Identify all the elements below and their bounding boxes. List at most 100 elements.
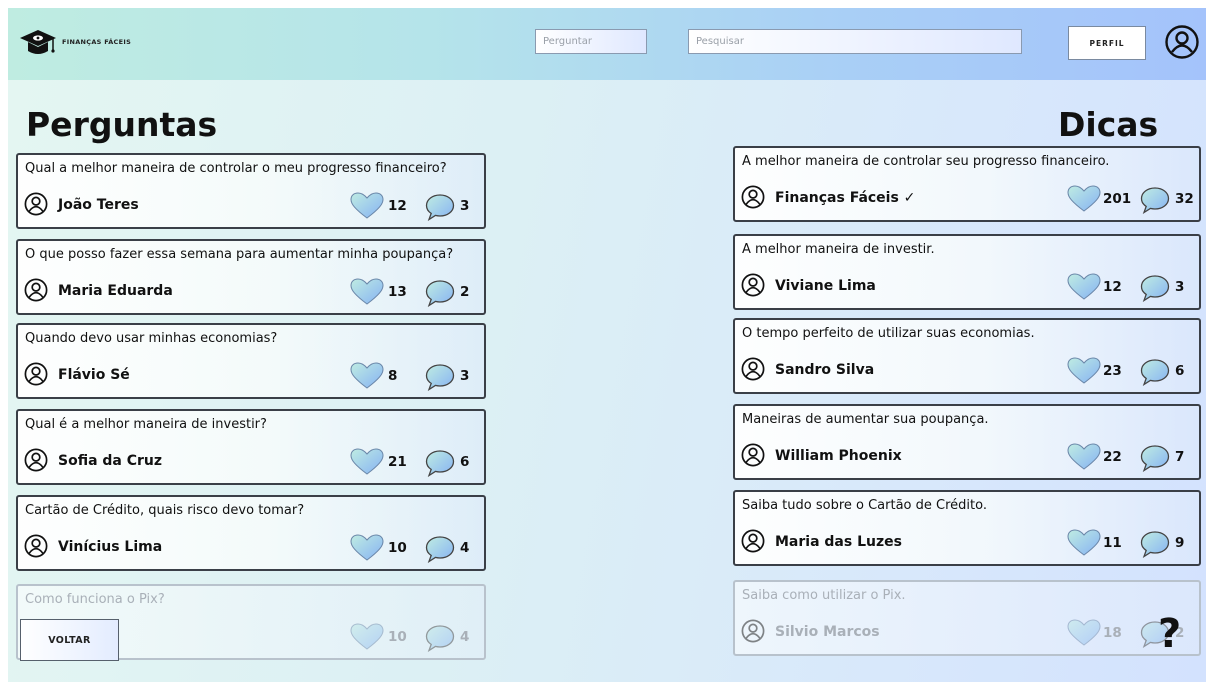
user-avatar-icon[interactable] bbox=[24, 278, 48, 302]
help-icon[interactable]: ? bbox=[1158, 614, 1181, 654]
likes-count: 201 bbox=[1103, 191, 1132, 207]
comment-icon[interactable] bbox=[1140, 274, 1170, 303]
card-title[interactable]: Saiba como utilizar o Pix. bbox=[742, 588, 906, 603]
heart-icon[interactable] bbox=[1067, 619, 1101, 647]
comments-count: 9 bbox=[1175, 535, 1185, 551]
author-name[interactable]: Silvio Marcos bbox=[775, 624, 880, 640]
comments-count: 3 bbox=[460, 198, 470, 214]
likes-count: 10 bbox=[388, 540, 407, 556]
tips-title: Dicas bbox=[1058, 105, 1159, 144]
author-name[interactable]: Maria Eduarda bbox=[58, 283, 173, 299]
comment-icon[interactable] bbox=[1140, 186, 1170, 215]
user-avatar-icon[interactable] bbox=[741, 619, 765, 643]
card-title[interactable]: Como funciona o Pix? bbox=[25, 592, 165, 607]
heart-icon[interactable] bbox=[350, 362, 384, 390]
card-title[interactable]: Qual a melhor maneira de controlar o meu… bbox=[25, 161, 447, 176]
question-card[interactable]: Qual a melhor maneira de controlar o meu… bbox=[16, 153, 486, 229]
heart-icon[interactable] bbox=[1067, 357, 1101, 385]
graduation-cap-icon[interactable] bbox=[18, 26, 58, 62]
question-card[interactable]: Cartão de Crédito, quais risco devo toma… bbox=[16, 495, 486, 571]
card-title[interactable]: A melhor maneira de investir. bbox=[742, 242, 935, 257]
card-title[interactable]: Maneiras de aumentar sua poupança. bbox=[742, 412, 989, 427]
card-title[interactable]: O que posso fazer essa semana para aumen… bbox=[25, 247, 453, 262]
comments-count: 3 bbox=[1175, 279, 1185, 295]
comment-icon[interactable] bbox=[425, 449, 455, 478]
author-name[interactable]: Vinícius Lima bbox=[58, 539, 162, 555]
heart-icon[interactable] bbox=[1067, 185, 1101, 213]
card-title[interactable]: Cartão de Crédito, quais risco devo toma… bbox=[25, 503, 304, 518]
brand-name: FINANÇAS FÁCEIS bbox=[62, 38, 132, 46]
tip-card[interactable]: Maneiras de aumentar sua poupança. Willia… bbox=[733, 404, 1201, 480]
comments-count: 3 bbox=[460, 368, 470, 384]
comment-icon[interactable] bbox=[425, 535, 455, 564]
author-name[interactable]: Sandro Silva bbox=[775, 362, 874, 378]
question-card[interactable]: O que posso fazer essa semana para aumen… bbox=[16, 239, 486, 315]
heart-icon[interactable] bbox=[1067, 273, 1101, 301]
user-avatar-icon[interactable] bbox=[741, 443, 765, 467]
user-avatar-icon[interactable] bbox=[24, 362, 48, 386]
comments-count: 7 bbox=[1175, 449, 1185, 465]
questions-title: Perguntas bbox=[26, 105, 218, 144]
question-card[interactable]: Quando devo usar minhas economias? Flávio… bbox=[16, 323, 486, 399]
ask-question-input[interactable] bbox=[535, 29, 647, 54]
author-name[interactable]: João Teres bbox=[58, 197, 139, 213]
card-title[interactable]: O tempo perfeito de utilizar suas econom… bbox=[742, 326, 1035, 341]
tip-card[interactable]: O tempo perfeito de utilizar suas econom… bbox=[733, 318, 1201, 394]
comments-count: 6 bbox=[1175, 363, 1185, 379]
comments-count: 4 bbox=[460, 629, 470, 645]
likes-count: 12 bbox=[388, 198, 407, 214]
heart-icon[interactable] bbox=[350, 278, 384, 306]
back-button[interactable]: VOLTAR bbox=[20, 619, 119, 661]
author-name[interactable]: Flávio Sé bbox=[58, 367, 130, 383]
card-title[interactable]: Qual é a melhor maneira de investir? bbox=[25, 417, 267, 432]
card-title[interactable]: Quando devo usar minhas economias? bbox=[25, 331, 277, 346]
top-bar: FINANÇAS FÁCEIS PERFIL bbox=[8, 8, 1206, 80]
author-name[interactable]: Finanças Fáceis ✓ bbox=[775, 190, 915, 206]
author-name[interactable]: Maria das Luzes bbox=[775, 534, 902, 550]
likes-count: 10 bbox=[388, 629, 407, 645]
likes-count: 21 bbox=[388, 454, 407, 470]
profile-button[interactable]: PERFIL bbox=[1068, 26, 1146, 60]
heart-icon[interactable] bbox=[350, 623, 384, 651]
tip-card[interactable]: Saiba como utilizar o Pix. Silvio Marcos 1… bbox=[733, 580, 1201, 656]
user-circle-icon[interactable] bbox=[1164, 24, 1200, 60]
question-card[interactable]: Qual é a melhor maneira de investir? Sofi… bbox=[16, 409, 486, 485]
heart-icon[interactable] bbox=[350, 534, 384, 562]
heart-icon[interactable] bbox=[350, 192, 384, 220]
comment-icon[interactable] bbox=[1140, 358, 1170, 387]
tip-card[interactable]: Saiba tudo sobre o Cartão de Crédito. Mar… bbox=[733, 490, 1201, 566]
search-input[interactable] bbox=[688, 29, 1022, 54]
heart-icon[interactable] bbox=[1067, 443, 1101, 471]
likes-count: 18 bbox=[1103, 625, 1122, 641]
card-title[interactable]: Saiba tudo sobre o Cartão de Crédito. bbox=[742, 498, 987, 513]
comment-icon[interactable] bbox=[1140, 530, 1170, 559]
user-avatar-icon[interactable] bbox=[741, 185, 765, 209]
app-frame: FINANÇAS FÁCEIS PERFIL Perguntas Dicas Q… bbox=[8, 8, 1206, 682]
comments-count: 2 bbox=[460, 284, 470, 300]
heart-icon[interactable] bbox=[1067, 529, 1101, 557]
comments-count: 4 bbox=[460, 540, 470, 556]
comment-icon[interactable] bbox=[425, 193, 455, 222]
user-avatar-icon[interactable] bbox=[741, 357, 765, 381]
heart-icon[interactable] bbox=[350, 448, 384, 476]
author-name[interactable]: William Phoenix bbox=[775, 448, 902, 464]
author-name[interactable]: Sofia da Cruz bbox=[58, 453, 162, 469]
likes-count: 13 bbox=[388, 284, 407, 300]
user-avatar-icon[interactable] bbox=[741, 273, 765, 297]
user-avatar-icon[interactable] bbox=[24, 534, 48, 558]
likes-count: 22 bbox=[1103, 449, 1122, 465]
comment-icon[interactable] bbox=[425, 624, 455, 653]
comment-icon[interactable] bbox=[1140, 444, 1170, 473]
tip-card[interactable]: A melhor maneira de investir. Viviane Lim… bbox=[733, 234, 1201, 310]
author-name[interactable]: Viviane Lima bbox=[775, 278, 876, 294]
user-avatar-icon[interactable] bbox=[741, 529, 765, 553]
user-avatar-icon[interactable] bbox=[24, 448, 48, 472]
comment-icon[interactable] bbox=[425, 279, 455, 308]
likes-count: 23 bbox=[1103, 363, 1122, 379]
tip-card[interactable]: A melhor maneira de controlar seu progre… bbox=[733, 146, 1201, 222]
likes-count: 8 bbox=[388, 368, 398, 384]
card-title[interactable]: A melhor maneira de controlar seu progre… bbox=[742, 154, 1109, 169]
comment-icon[interactable] bbox=[425, 363, 455, 392]
likes-count: 11 bbox=[1103, 535, 1122, 551]
user-avatar-icon[interactable] bbox=[24, 192, 48, 216]
